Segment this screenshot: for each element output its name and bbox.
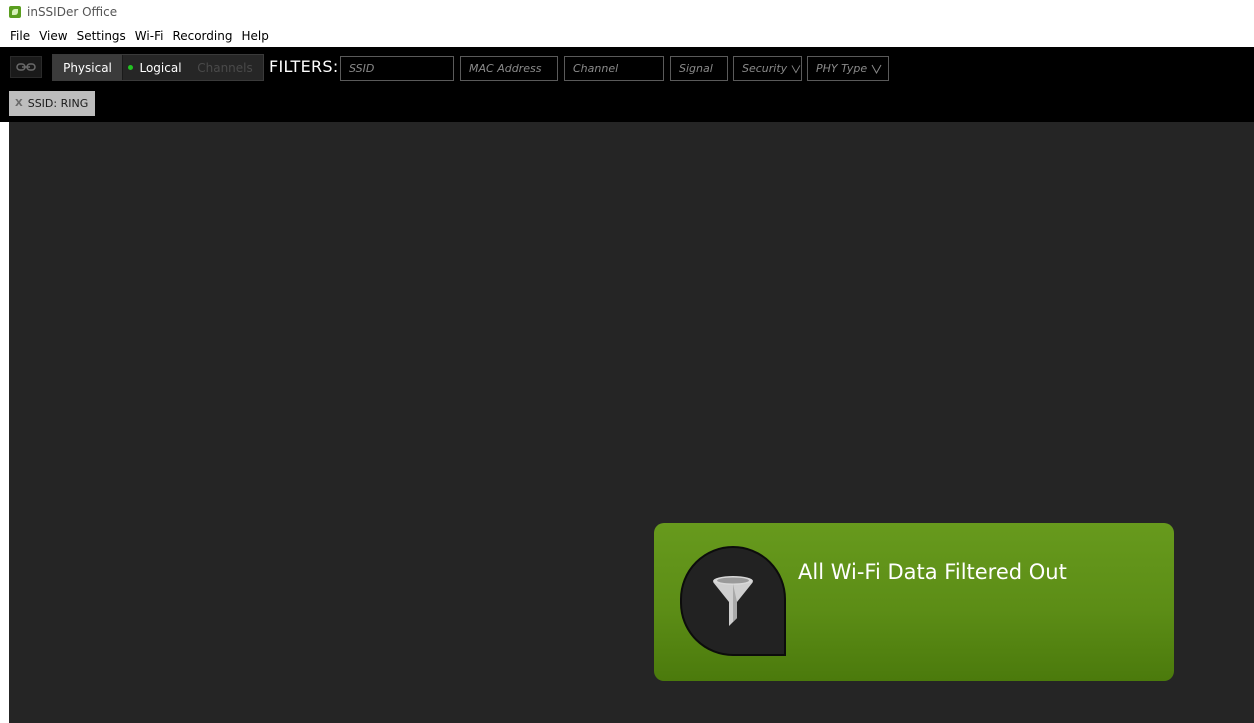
- menu-help[interactable]: Help: [237, 29, 272, 43]
- ssid-filter-placeholder: SSID: [349, 62, 375, 75]
- notice-message: All Wi-Fi Data Filtered Out: [798, 560, 1067, 584]
- mac-address-filter-placeholder: MAC Address: [469, 62, 542, 75]
- menu-bar: File View Settings Wi-Fi Recording Help: [0, 26, 1254, 46]
- channels-view-label: Channels: [197, 60, 253, 75]
- menu-recording[interactable]: Recording: [168, 29, 236, 43]
- app-icon: [9, 6, 21, 18]
- notice-icon-badge: [680, 546, 786, 656]
- menu-wifi[interactable]: Wi-Fi: [131, 29, 168, 43]
- filter-toolbar: Physical Logical Channels FILTERS: SSID …: [0, 47, 1254, 88]
- physical-view-button[interactable]: Physical: [53, 55, 123, 80]
- channel-filter-placeholder: Channel: [573, 62, 619, 75]
- funnel-icon: [713, 576, 753, 626]
- active-indicator-dot: [128, 65, 134, 70]
- link-icon: [16, 63, 36, 71]
- ssid-filter-input[interactable]: SSID: [340, 56, 454, 81]
- signal-filter-placeholder: Signal: [679, 62, 713, 75]
- menu-file[interactable]: File: [6, 29, 34, 43]
- channels-view-button[interactable]: Channels: [187, 55, 263, 80]
- link-button[interactable]: [10, 56, 42, 78]
- chevron-down-icon: [871, 64, 882, 74]
- filters-label: FILTERS:: [269, 57, 339, 76]
- chevron-down-icon: [791, 64, 801, 73]
- logical-view-button[interactable]: Logical: [123, 55, 187, 80]
- menu-settings[interactable]: Settings: [73, 29, 130, 43]
- signal-filter-input[interactable]: Signal: [670, 56, 728, 81]
- logical-view-label: Logical: [139, 60, 182, 75]
- window-title: inSSIDer Office: [27, 5, 118, 19]
- active-filters-bar: X SSID: RING: [0, 88, 1254, 122]
- security-filter-dropdown[interactable]: Security: [733, 56, 802, 81]
- security-filter-label: Security: [742, 62, 788, 75]
- phy-type-filter-dropdown[interactable]: PHY Type: [807, 56, 889, 81]
- title-bar: inSSIDer Office: [0, 0, 1254, 24]
- remove-filter-button[interactable]: X: [15, 98, 23, 109]
- physical-view-label: Physical: [63, 60, 112, 75]
- phy-type-filter-label: PHY Type: [816, 62, 868, 75]
- view-toggle-group: Physical Logical Channels: [52, 54, 264, 81]
- ssid-filter-chip: X SSID: RING: [9, 91, 96, 116]
- filter-chip-label: SSID: RING: [27, 97, 89, 110]
- channel-filter-input[interactable]: Channel: [564, 56, 664, 81]
- mac-address-filter-input[interactable]: MAC Address: [460, 56, 558, 81]
- menu-view[interactable]: View: [35, 29, 71, 43]
